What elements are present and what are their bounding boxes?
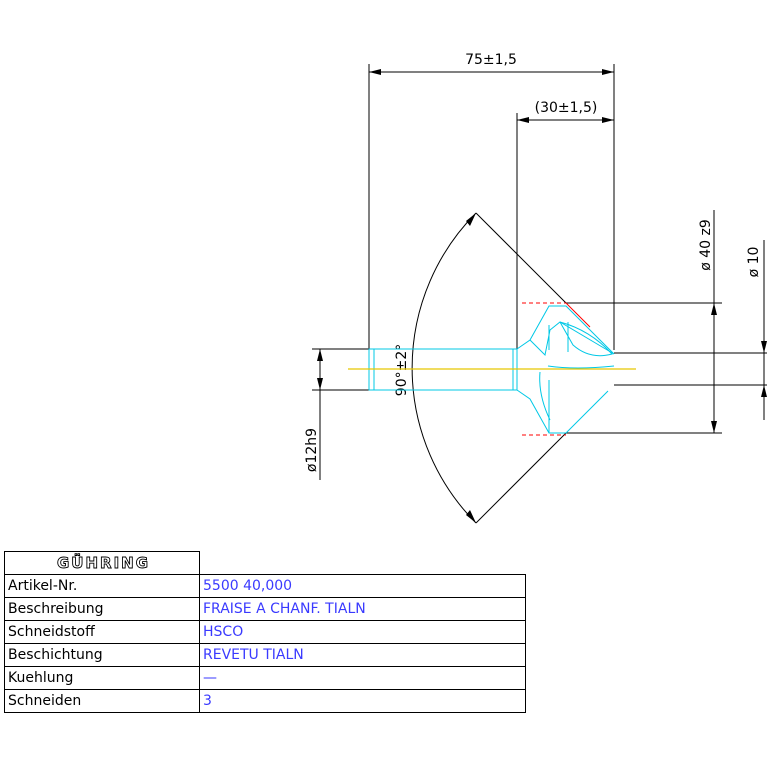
row-label: Beschreibung — [4, 597, 200, 621]
head-diameter-dimension: ø 40 z9 — [566, 210, 722, 434]
row-value: HSCO — [199, 620, 526, 644]
tip-diameter-dimension: ø 10 — [614, 240, 767, 420]
row-value: 5500 40,000 — [199, 574, 526, 598]
row-value: FRAISE A CHANF. TIALN — [199, 597, 526, 621]
row-label: Schneiden — [4, 689, 200, 713]
table-row: Artikel-Nr. 5500 40,000 — [4, 574, 526, 598]
row-label: Schneidstoff — [4, 620, 200, 644]
overall-length-label: 75±1,5 — [465, 52, 517, 68]
angle-dimension: 90°±2° — [394, 212, 567, 524]
table-row: Schneiden 3 — [4, 689, 526, 713]
tip-diameter-label: ø 10 — [746, 247, 762, 278]
table-row: Kuehlung — — [4, 666, 526, 690]
company-logo: GÜHRING — [4, 551, 200, 575]
head-length-dimension: (30±1,5) — [516, 100, 614, 350]
title-block-header: GÜHRING — [4, 551, 526, 575]
table-row: Schneidstoff HSCO — [4, 620, 526, 644]
shank-diameter-label: ø12h9 — [304, 428, 320, 472]
row-value: — — [199, 666, 526, 690]
overall-length-dimension: 75±1,5 — [368, 52, 615, 350]
title-block: GÜHRING Artikel-Nr. 5500 40,000 Beschrei… — [4, 551, 526, 713]
table-row: Beschreibung FRAISE A CHANF. TIALN — [4, 597, 526, 621]
angle-label: 90°±2° — [394, 344, 410, 396]
head-length-label: (30±1,5) — [535, 100, 598, 116]
row-label: Kuehlung — [4, 666, 200, 690]
head-diameter-label: ø 40 z9 — [698, 219, 714, 271]
row-value: REVETU TIALN — [199, 643, 526, 667]
row-value: 3 — [199, 689, 526, 713]
technical-drawing: 75±1,5 (30±1,5) 90°±2° ø12h9 ø 40 z9 ø 1… — [304, 52, 767, 524]
row-label: Artikel-Nr. — [4, 574, 200, 598]
table-row: Beschichtung REVETU TIALN — [4, 643, 526, 667]
row-label: Beschichtung — [4, 643, 200, 667]
